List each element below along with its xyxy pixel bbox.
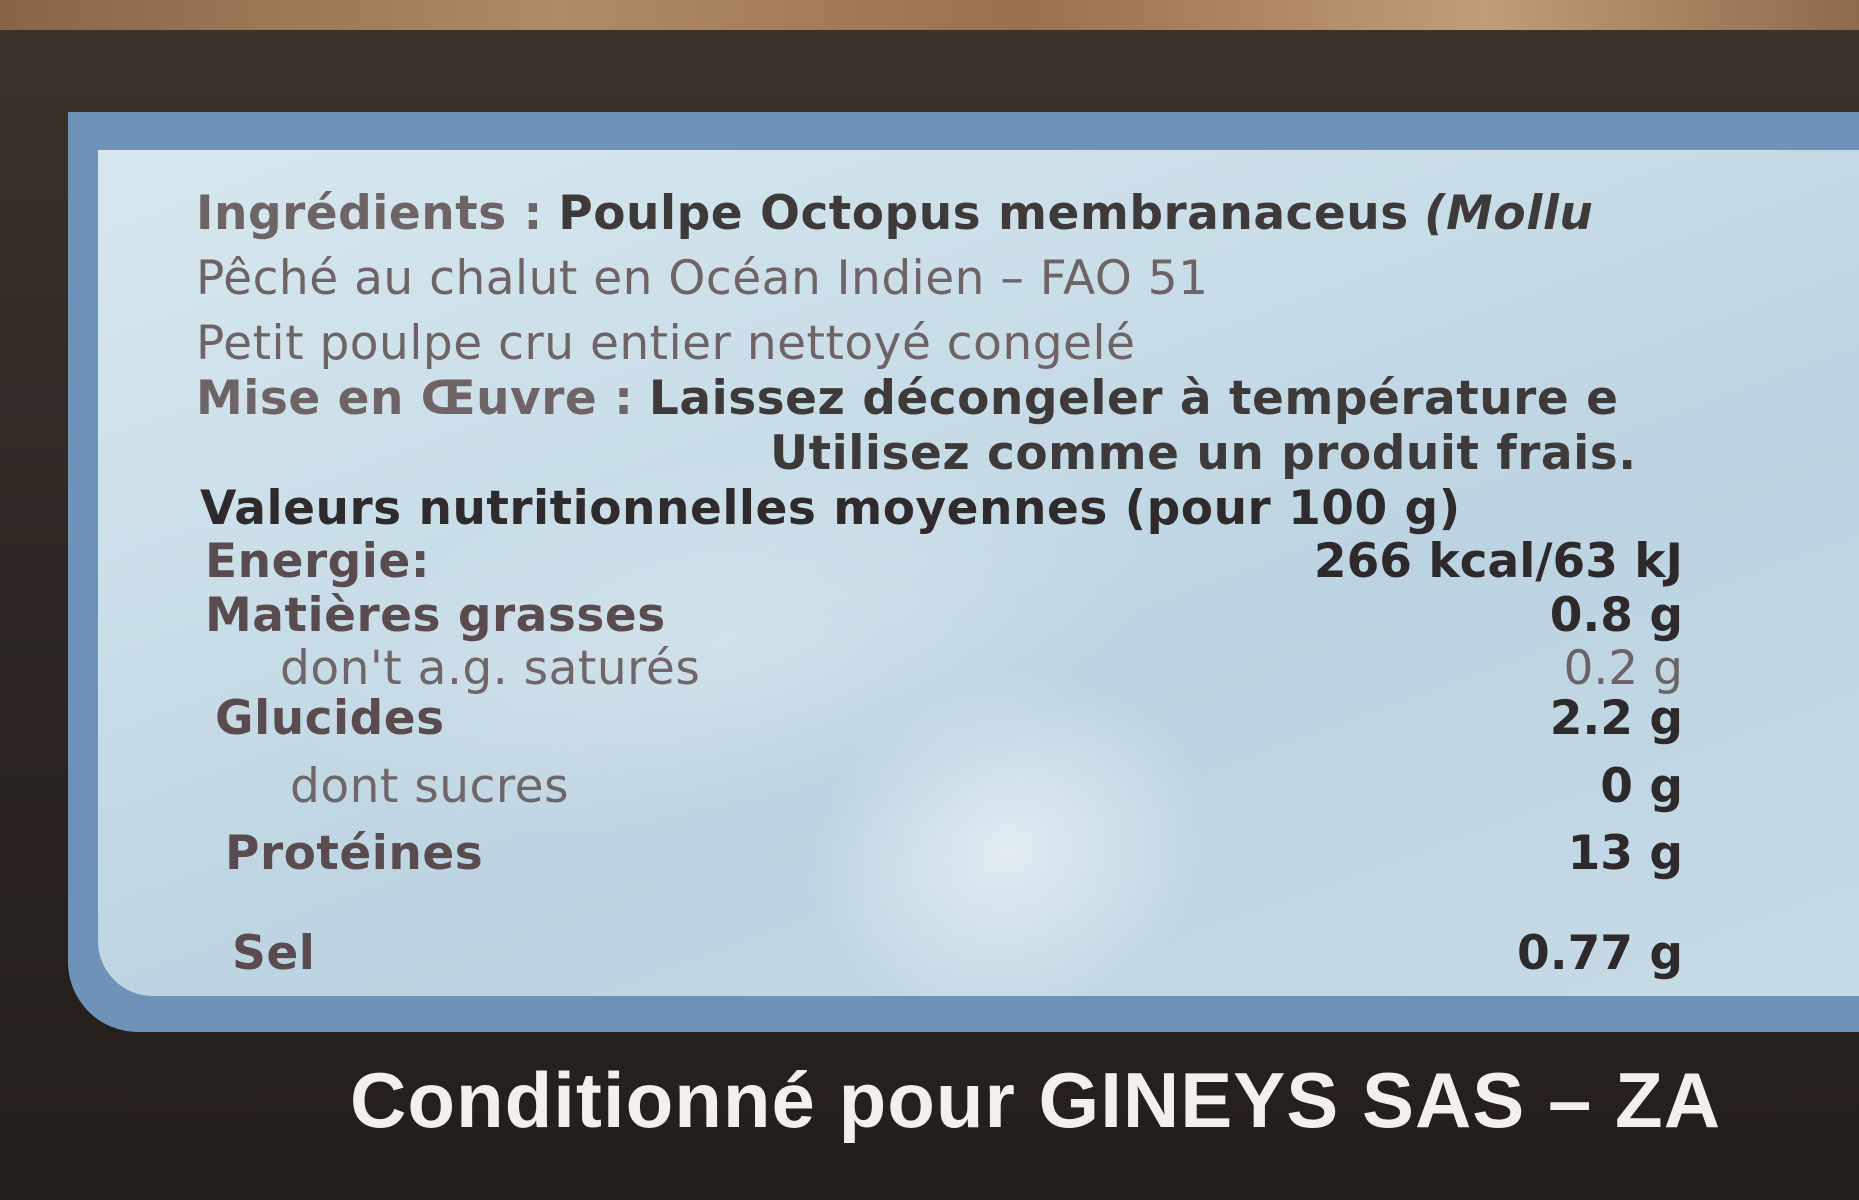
nutrition-row-label-energy: Energie: bbox=[205, 534, 431, 589]
nutrition-row-label-carbs: Glucides bbox=[215, 691, 445, 746]
preparation-text: Laissez décongeler à température e bbox=[648, 371, 1619, 426]
nutrition-row-label-protein: Protéines bbox=[225, 826, 484, 881]
nutrition-title: Valeurs nutritionnelles moyennes (pour 1… bbox=[200, 481, 1461, 536]
product-description-line: Petit poulpe cru entier nettoyé congelé bbox=[196, 316, 1136, 371]
ingredients-line: Ingrédients : Poulpe Octopus membranaceu… bbox=[196, 190, 1593, 237]
preparation-text-2: Utilisez comme un produit frais. bbox=[770, 426, 1637, 481]
nutrition-row-label-salt: Sel bbox=[232, 926, 316, 981]
preparation-heading: Mise en Œuvre : bbox=[196, 371, 634, 426]
packer-footer: Conditionné pour GINEYS SAS – ZA bbox=[350, 1056, 1722, 1144]
nutrition-row-value-saturated: 0.2 g bbox=[1563, 641, 1683, 696]
nutrition-row-label-sugars: dont sucres bbox=[290, 759, 570, 814]
preparation-line: Mise en Œuvre : Laissez décongeler à tem… bbox=[196, 375, 1618, 422]
nutrition-row-value-carbs: 2.2 g bbox=[1549, 691, 1683, 746]
nutrition-row-label-fat: Matières grasses bbox=[205, 588, 666, 643]
nutrition-row-value-energy: 266 kcal/63 kJ bbox=[1313, 534, 1683, 589]
nutrition-row-value-fat: 0.8 g bbox=[1549, 588, 1683, 643]
nutrition-row-label-saturated: don't a.g. saturés bbox=[280, 641, 701, 696]
ingredients-heading: Ingrédients : bbox=[196, 186, 543, 241]
nutrition-row-value-salt: 0.77 g bbox=[1517, 926, 1683, 981]
nutrition-row-value-protein: 13 g bbox=[1567, 826, 1683, 881]
ingredients-text: Poulpe Octopus membranaceus bbox=[558, 186, 1409, 241]
nutrition-row-value-sugars: 0 g bbox=[1600, 759, 1683, 814]
ingredients-italic: (Mollu bbox=[1424, 186, 1594, 241]
fishing-origin-line: Pêché au chalut en Océan Indien – FAO 51 bbox=[196, 251, 1209, 306]
